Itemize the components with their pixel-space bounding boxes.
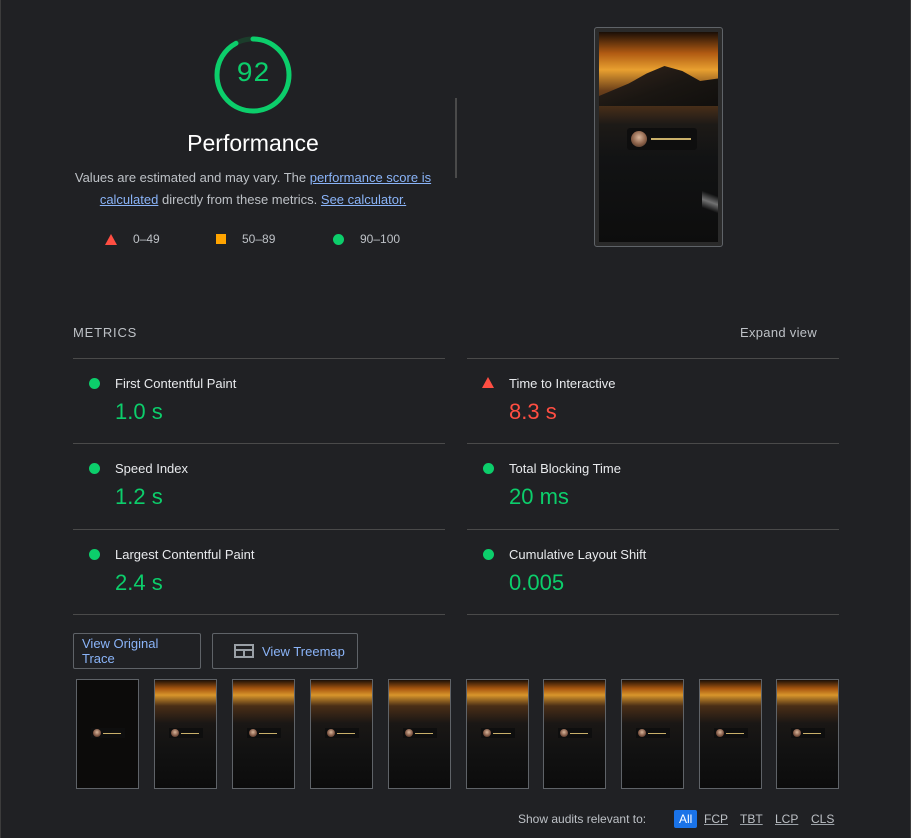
- description-text-2: directly from these metrics.: [158, 192, 321, 207]
- filmstrip-frame[interactable]: [310, 679, 373, 789]
- metric-total-blocking-time: Total Blocking Time 20 ms: [467, 444, 839, 529]
- filter-cls[interactable]: CLS: [811, 810, 834, 828]
- see-calculator-link[interactable]: See calculator.: [321, 192, 406, 207]
- metrics-heading: METRICS: [73, 325, 138, 340]
- pass-circle-icon: [89, 378, 100, 389]
- pass-circle-icon: [89, 463, 100, 474]
- filmstrip-frame[interactable]: [699, 679, 762, 789]
- filmstrip-frame[interactable]: [154, 679, 217, 789]
- metric-time-to-interactive: Time to Interactive 8.3 s: [467, 359, 839, 444]
- filmstrip-frame[interactable]: [232, 679, 295, 789]
- metric-label: First Contentful Paint: [115, 376, 237, 391]
- filter-tbt[interactable]: TBT: [740, 810, 763, 828]
- metric-value: 0.005: [509, 570, 565, 595]
- score-value: 92: [236, 59, 270, 90]
- metric-label: Cumulative Layout Shift: [509, 547, 647, 562]
- metric-value: 8.3 s: [509, 399, 557, 424]
- metric-speed-index: Speed Index 1.2 s: [73, 444, 445, 529]
- filmstrip-frame[interactable]: [543, 679, 606, 789]
- metric-label: Speed Index: [115, 461, 189, 476]
- metric-value: 1.0 s: [115, 399, 163, 424]
- expand-view-toggle[interactable]: Expand view: [740, 325, 817, 340]
- audits-filter-label: Show audits relevant to:: [518, 812, 647, 826]
- filter-lcp[interactable]: LCP: [775, 810, 798, 828]
- average-square-icon: [216, 234, 226, 244]
- legend-pass-label: 90–100: [360, 232, 401, 246]
- legend-fail: 0–49: [105, 231, 160, 247]
- view-treemap-label: View Treemap: [262, 643, 345, 659]
- description-text-1: Values are estimated and may vary. The: [74, 170, 310, 185]
- filter-all[interactable]: All: [674, 810, 698, 828]
- metric-cumulative-layout-shift: Cumulative Layout Shift 0.005: [467, 530, 839, 615]
- category-title: Performance: [187, 130, 319, 156]
- score-description: Values are estimated and may vary. The p…: [71, 167, 435, 211]
- view-treemap-button[interactable]: View Treemap: [212, 633, 358, 669]
- pass-circle-icon: [483, 463, 494, 474]
- metric-label: Time to Interactive: [509, 376, 616, 391]
- view-original-trace-button[interactable]: View Original Trace: [73, 633, 201, 669]
- metric-label: Largest Contentful Paint: [115, 547, 255, 562]
- pass-circle-icon: [483, 549, 494, 560]
- filmstrip-frame[interactable]: [621, 679, 684, 789]
- fail-triangle-icon: [105, 233, 117, 245]
- header-divider: [455, 98, 457, 178]
- report-panel: 92 Performance Values are estimated and …: [0, 0, 911, 838]
- metric-value: 20 ms: [509, 484, 569, 509]
- filter-fcp[interactable]: FCP: [704, 810, 728, 828]
- metric-largest-contentful-paint: Largest Contentful Paint 2.4 s: [73, 530, 445, 615]
- legend-pass: 90–100: [333, 231, 400, 247]
- metric-value: 2.4 s: [115, 570, 163, 595]
- pass-circle-icon: [89, 549, 100, 560]
- final-screenshot[interactable]: [594, 27, 723, 247]
- metric-label: Total Blocking Time: [509, 461, 621, 476]
- legend-average: 50–89: [216, 231, 275, 247]
- final-screenshot-image: [599, 32, 718, 242]
- legend-fail-label: 0–49: [133, 232, 160, 246]
- filmstrip-frame[interactable]: [776, 679, 839, 789]
- treemap-icon: [234, 644, 254, 658]
- filmstrip-frame[interactable]: [76, 679, 139, 789]
- legend-average-label: 50–89: [242, 232, 276, 246]
- fail-triangle-icon: [482, 377, 494, 388]
- metric-value: 1.2 s: [115, 484, 163, 509]
- pass-circle-icon: [333, 233, 344, 245]
- filmstrip-frame[interactable]: [388, 679, 451, 789]
- filmstrip-frame[interactable]: [466, 679, 529, 789]
- view-original-trace-label: View Original Trace: [82, 636, 159, 666]
- metric-first-contentful-paint: First Contentful Paint 1.0 s: [73, 359, 445, 444]
